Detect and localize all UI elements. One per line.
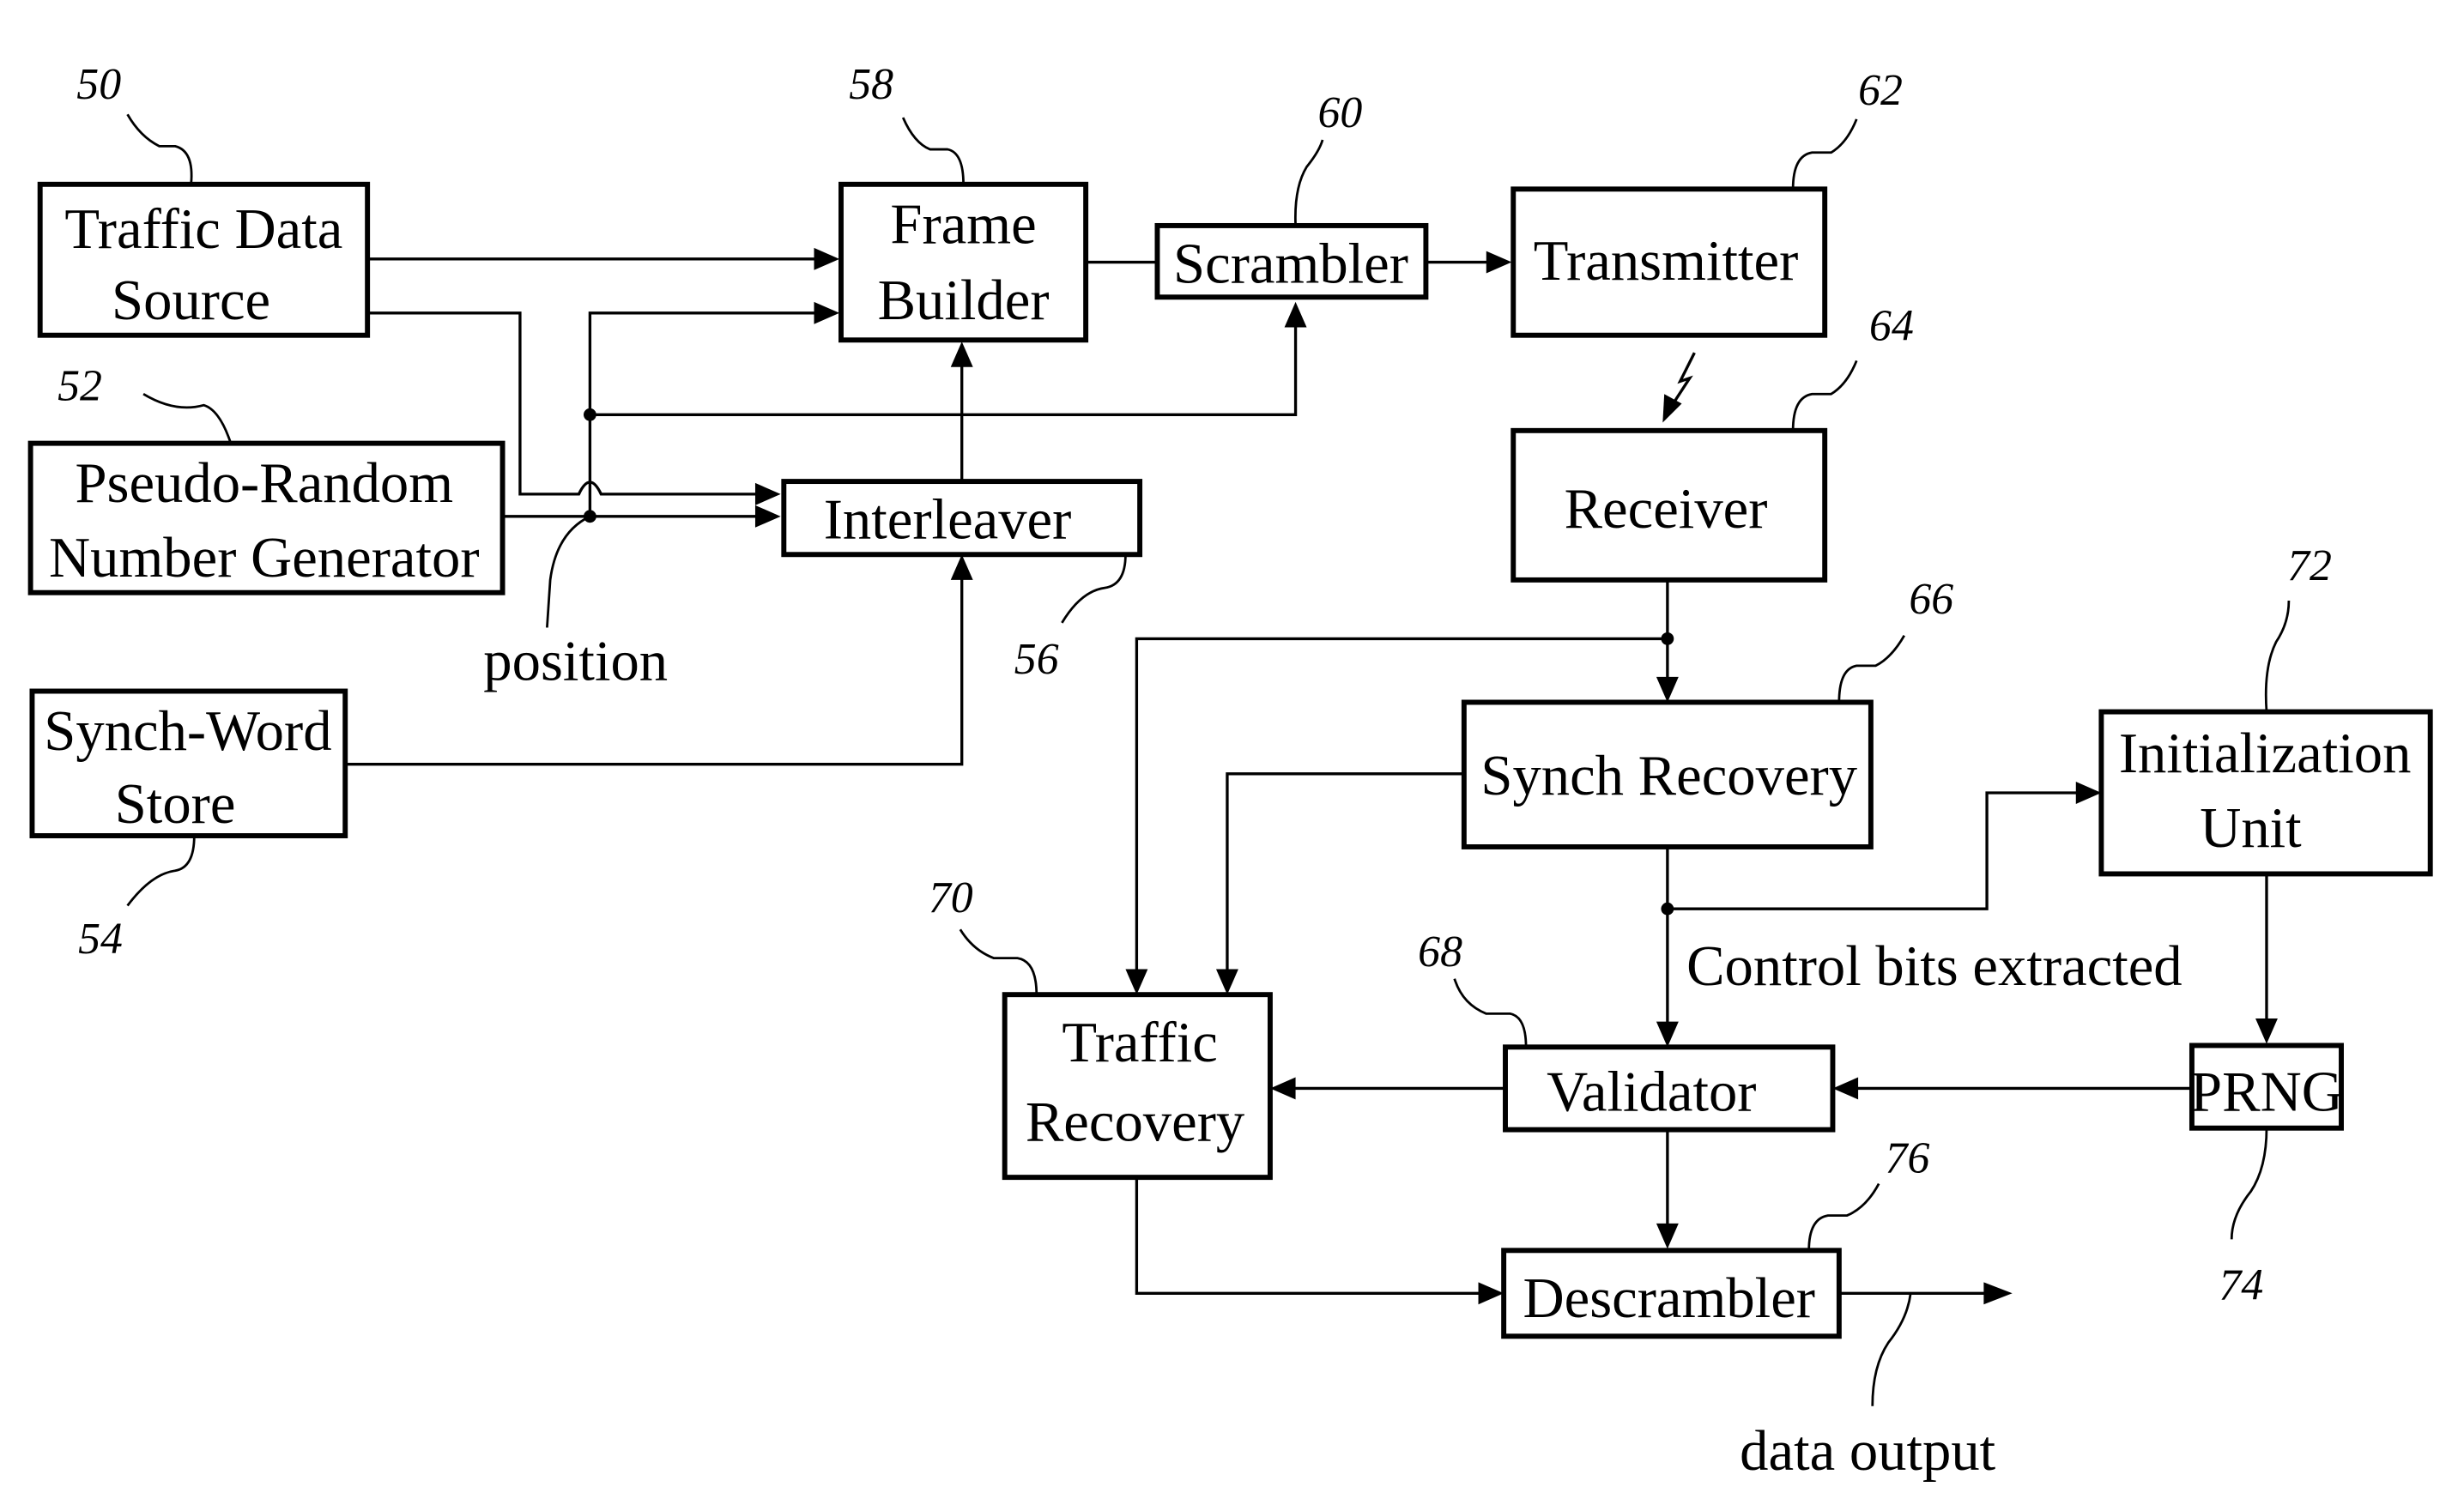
block-label: Initialization — [2119, 722, 2412, 785]
data-output-label: data output — [1740, 1420, 1996, 1483]
arrowhead — [754, 505, 781, 528]
synch-word-store-block: Synch-Word Store 54 — [29, 688, 348, 964]
reference-numeral: 50 — [76, 60, 121, 109]
prng-receiver-block: PRNG 74 — [2189, 1043, 2344, 1310]
block-label: Recovery — [1026, 1091, 1245, 1154]
position-label: position — [483, 631, 668, 693]
transmitter-block: Transmitter 62 — [1510, 66, 1903, 338]
traffic-recovery-block: Traffic Recovery 70 — [929, 873, 1273, 1181]
arrowhead — [1983, 1282, 2013, 1305]
arrowhead — [1656, 1021, 1679, 1048]
arrowhead — [1215, 969, 1238, 995]
block-label: Traffic — [1062, 1012, 1217, 1074]
block-label: Builder — [878, 269, 1050, 332]
reference-numeral: 62 — [1858, 66, 1903, 115]
block-label: Validator — [1547, 1061, 1756, 1123]
arrowhead — [1125, 969, 1148, 995]
reference-numeral: 56 — [1014, 635, 1059, 684]
block-label: Frame — [890, 193, 1036, 256]
arrowhead — [1269, 1077, 1296, 1100]
block-label: Traffic Data — [64, 198, 342, 261]
arrowhead — [1284, 301, 1307, 328]
block-label: Store — [115, 773, 236, 836]
reference-numeral: 74 — [2219, 1261, 2263, 1310]
arrowhead — [1478, 1282, 1504, 1305]
block-diagram: Traffic Data Source 50 Pseudo-Random Num… — [27, 60, 2433, 1483]
connections — [345, 247, 2278, 1406]
block-label: Descrambler — [1523, 1267, 1815, 1330]
arrowhead — [814, 247, 840, 270]
junction-dot — [583, 408, 596, 421]
reference-numeral: 72 — [2287, 541, 2332, 590]
arrowhead — [950, 554, 973, 580]
reference-numeral: 60 — [1318, 88, 1363, 137]
traffic-data-source-block: Traffic Data Source 50 — [37, 60, 371, 338]
initialization-unit-block: Initialization Unit 72 — [2098, 541, 2433, 877]
arrowhead — [1662, 394, 1682, 423]
arrowhead — [2075, 782, 2102, 804]
reference-numeral: 64 — [1869, 301, 1914, 350]
block-label: Synch-Word — [44, 700, 331, 763]
frame-builder-block: Frame Builder 58 — [838, 60, 1089, 343]
arrowhead — [1656, 1223, 1679, 1249]
block-label: Pseudo-Random — [75, 452, 453, 515]
prng-source-block: Pseudo-Random Number Generator 52 — [27, 362, 506, 595]
data-output-leader — [1871, 1293, 1912, 1406]
arrowhead — [1832, 1077, 1859, 1100]
descrambler-block: Descrambler 76 — [1501, 1134, 1930, 1339]
arrowhead — [2255, 1018, 2278, 1044]
arrowhead — [814, 301, 840, 324]
reference-numeral: 58 — [849, 60, 893, 109]
block-label: Synch Recovery — [1480, 745, 1857, 807]
synch-recovery-block: Synch Recovery 66 — [1461, 575, 1953, 849]
block-label: Number Generator — [49, 527, 480, 589]
block-label: Unit — [2200, 797, 2302, 860]
junction-dot — [583, 510, 596, 523]
block-label: Interleaver — [824, 489, 1072, 552]
block-label: PRNG — [2190, 1061, 2343, 1123]
reference-numeral: 70 — [929, 873, 973, 922]
scrambler-block: Scrambler 60 — [1154, 88, 1429, 300]
arrowhead — [754, 482, 781, 505]
reference-numeral: 76 — [1886, 1134, 1930, 1183]
block-label: Transmitter — [1534, 230, 1799, 293]
position-leader — [546, 515, 590, 628]
arrowhead — [1656, 676, 1679, 703]
arrowhead — [950, 341, 973, 367]
block-label: Scrambler — [1173, 233, 1408, 296]
reference-numeral: 66 — [1909, 575, 1953, 624]
reference-numeral: 54 — [78, 915, 123, 964]
block-label: Receiver — [1565, 478, 1768, 541]
receiver-block: Receiver 64 — [1510, 301, 1914, 583]
wire-traffic-recovery-to-descrambler — [1135, 1177, 1482, 1295]
reference-numeral: 52 — [58, 362, 102, 411]
block-label: Source — [112, 269, 270, 332]
arrowhead — [1486, 251, 1512, 274]
reference-numeral: 68 — [1418, 928, 1462, 976]
control-bits-label: Control bits extracted — [1686, 935, 2182, 998]
